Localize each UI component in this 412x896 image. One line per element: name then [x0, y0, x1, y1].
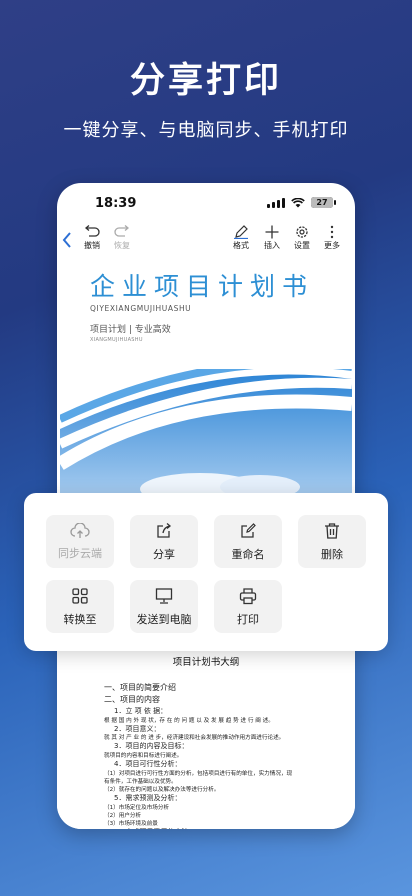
format-button[interactable]: 格式	[233, 225, 249, 251]
status-bar: 18:39 27	[57, 183, 355, 223]
signal-icon	[267, 197, 285, 208]
convert-label: 转换至	[63, 612, 97, 626]
outline-line: 二、项目的内容	[104, 695, 160, 704]
gear-icon	[296, 226, 308, 238]
wifi-icon	[291, 197, 305, 207]
outline-line: 6．完成项目采用的方法．	[114, 827, 195, 829]
grid-icon	[72, 587, 88, 604]
print-button[interactable]: 打印	[214, 580, 282, 633]
insert-button[interactable]: 插入	[264, 225, 280, 251]
send-to-pc-button[interactable]: 发送到电脑	[130, 580, 198, 633]
undo-label: 撤销	[84, 241, 100, 250]
promo-subtitle: 一键分享、与电脑同步、手机打印	[63, 120, 349, 141]
cloud-upload-icon	[70, 522, 90, 538]
document-tagline: 项目计划 | 专业高效	[90, 325, 171, 335]
outline-line: 有条件，工作基础以及优势。	[104, 778, 177, 785]
more-label: 更多	[324, 241, 340, 250]
delete-label: 删除	[321, 547, 343, 561]
document-pinyin: QIYEXIANGMUJIHUASHU	[90, 304, 192, 313]
action-sheet: 同步云端 分享 重命名 删除 转换至 发送到电脑 打印	[24, 493, 388, 651]
outline-line: 根 据 国 内 外 现 状，存 在 的 问 题 以 及 发 展 趋 势 进 行 …	[104, 717, 274, 724]
outline-line: 就 其 对 产 业 的 进 步，经济建设和社会发展的推动作用方面进行论述。	[104, 735, 285, 742]
outline-line: （2）就存在的问题以及解决办法等进行分析。	[104, 787, 220, 793]
redo-icon	[114, 225, 130, 237]
edit-icon	[241, 522, 256, 538]
outline-line: 2．项目意义：	[114, 724, 161, 733]
settings-label: 设置	[294, 241, 310, 250]
back-icon[interactable]	[61, 231, 73, 249]
promo-title: 分享打印	[129, 61, 282, 101]
battery-icon: 27	[311, 197, 336, 208]
share-icon	[157, 522, 172, 538]
format-label: 格式	[233, 241, 249, 250]
more-button[interactable]: 更多	[324, 225, 340, 251]
undo-button[interactable]: 撤销	[83, 225, 101, 251]
convert-button[interactable]: 转换至	[46, 580, 114, 633]
share-button[interactable]: 分享	[130, 515, 198, 568]
settings-button[interactable]: 设置	[294, 225, 310, 251]
send-to-pc-label: 发送到电脑	[136, 612, 192, 626]
outline-line: （1）市场定位及市场分析	[104, 804, 170, 811]
status-time: 18:39	[95, 196, 137, 211]
outline-line: 一、项目的简要介绍	[104, 683, 176, 692]
redo-button[interactable]: 恢复	[113, 225, 131, 251]
document-title: 企业项目计划书	[90, 272, 315, 301]
outline-line: 就项目的内容和目标进行阐述。	[104, 752, 183, 759]
sync-cloud-button[interactable]: 同步云端	[46, 515, 114, 568]
battery-level: 27	[316, 198, 328, 207]
monitor-icon	[155, 587, 173, 604]
outline-line: 4．项目可行性分析：	[114, 760, 182, 769]
rename-button[interactable]: 重命名	[214, 515, 282, 568]
outline-line: 5．需求预测及分析：	[114, 794, 182, 803]
redo-label: 恢复	[114, 241, 130, 250]
editor-toolbar: 撤销 恢复 格式 插入 设置 更多	[57, 225, 355, 257]
share-label: 分享	[153, 547, 175, 561]
insert-label: 插入	[264, 241, 280, 250]
outline-line: （3）市场环境及前景	[104, 821, 158, 828]
pen-icon	[234, 225, 248, 239]
outline-title: 项目计划书大纲	[172, 657, 240, 668]
outline-line: （1）对项目进行可行性方面的分析，包括项目进行有的单位，实力情况，现	[104, 770, 293, 777]
undo-icon	[84, 225, 100, 237]
plus-icon	[265, 225, 279, 239]
outline-section: 项目计划书大纲	[57, 654, 355, 674]
outline-line: 3．项目的内容及目标：	[114, 742, 189, 751]
trash-icon	[325, 522, 339, 539]
outline-line: 1．立 项 依 据：	[114, 707, 168, 715]
more-vertical-icon	[330, 225, 334, 239]
print-label: 打印	[237, 612, 259, 626]
cover-image	[60, 369, 352, 499]
printer-icon	[239, 587, 257, 604]
document-tagline-pinyin: XIANGMUJIHUASHU	[90, 337, 143, 343]
sync-cloud-label: 同步云端	[58, 546, 102, 560]
delete-button[interactable]: 删除	[298, 515, 366, 568]
rename-label: 重命名	[231, 547, 265, 561]
outline-line: （2）用户分析	[104, 812, 142, 819]
